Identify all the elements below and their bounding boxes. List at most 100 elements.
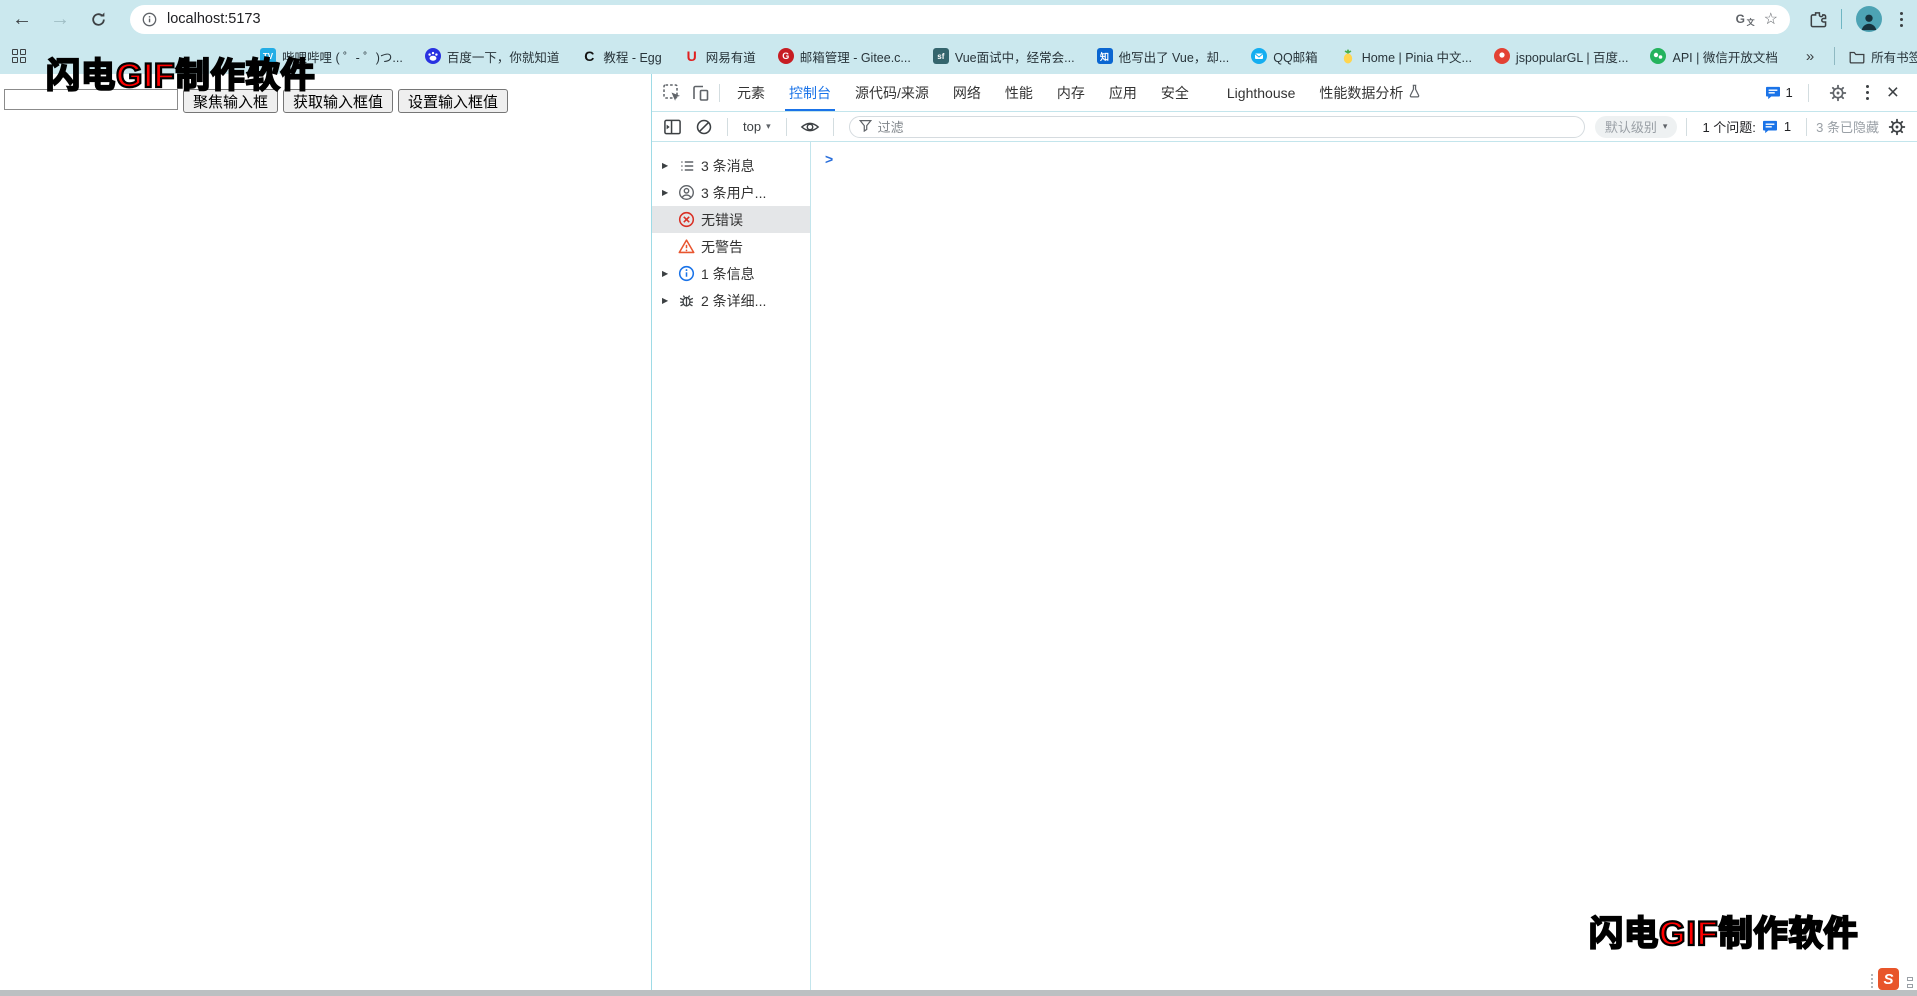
inspect-element-icon[interactable] (658, 80, 686, 106)
bookmark-label: 教程 - Egg (603, 47, 661, 66)
tab-sources[interactable]: 源代码/来源 (843, 74, 941, 111)
log-levels-select[interactable]: 默认级别▾ (1595, 116, 1678, 138)
bookmark-label: 网易有道 (706, 47, 756, 66)
expander-icon[interactable]: ▶ (662, 269, 672, 278)
devtools-close-icon[interactable]: × (1883, 82, 1903, 103)
issues-bubble-icon (1762, 120, 1778, 134)
bilibili-icon: TV (260, 48, 276, 64)
tab-application[interactable]: 应用 (1097, 74, 1149, 111)
issues-counter[interactable]: 1 (1765, 85, 1793, 100)
browser-menu-icon[interactable] (1896, 8, 1907, 31)
chevron-down-icon: ▾ (1663, 121, 1668, 132)
messages-list-icon (678, 157, 695, 174)
console-prompt-chevron[interactable]: > (825, 151, 833, 167)
recorder-s-badge[interactable]: S (1878, 968, 1899, 990)
text-input[interactable] (4, 89, 178, 110)
bookmark-gitee[interactable]: G 邮箱管理 - Gitee.c... (778, 47, 911, 66)
tab-performance-insights[interactable]: 性能数据分析 (1307, 74, 1433, 111)
filter-placeholder: 过滤 (878, 117, 904, 136)
issues-count: 1 (1784, 119, 1791, 134)
toolbar-separator (786, 118, 787, 136)
translate-icon[interactable]: G文 (1736, 12, 1754, 26)
sidebar-item-errors[interactable]: 无错误 (652, 206, 810, 233)
console-sidebar-toggle-icon[interactable] (658, 114, 686, 140)
bookmark-segmentfault[interactable]: sf Vue面试中，经常会... (933, 47, 1075, 66)
sidebar-item-messages[interactable]: ▶ 3 条消息 (652, 152, 810, 179)
console-messages-area[interactable]: > (811, 142, 1917, 990)
toolbar-separator (833, 118, 834, 136)
tab-console[interactable]: 控制台 (777, 74, 843, 111)
bookmark-zhihu[interactable]: 知 他写出了 Vue，却... (1097, 47, 1230, 66)
url-text[interactable]: localhost:5173 (167, 11, 1726, 27)
verbose-bug-icon (678, 292, 695, 309)
sidebar-item-verbose[interactable]: ▶ 2 条详细... (652, 287, 810, 314)
bookmark-label: 百度一下，你就知道 (447, 47, 560, 66)
hidden-messages-note: 3 条已隐藏 (1816, 117, 1879, 136)
get-value-button[interactable]: 获取输入框值 (283, 89, 393, 113)
bookmark-jspopular[interactable]: jspopularGL | 百度... (1494, 47, 1629, 66)
all-bookmarks-button[interactable]: 所有书签 (1849, 47, 1917, 66)
sidebar-item-label: 1 条信息 (701, 264, 755, 284)
set-value-button[interactable]: 设置输入框值 (398, 89, 508, 113)
toolbar-separator (1841, 9, 1842, 29)
sidebar-item-info[interactable]: ▶ 1 条信息 (652, 260, 810, 287)
settings-gear-icon[interactable] (1824, 80, 1852, 106)
bookmark-label: QQ邮箱 (1273, 47, 1317, 66)
bookmark-pinia[interactable]: Home | Pinia 中文... (1340, 47, 1472, 66)
bookmark-bilibili[interactable]: TV 哔哩哔哩 ( ゜- ゜)つ... (260, 47, 403, 66)
bookmark-youdao[interactable]: U 网易有道 (684, 47, 756, 66)
tab-elements[interactable]: 元素 (725, 74, 777, 111)
bookmark-wechat-docs[interactable]: API | 微信开放文档 (1650, 47, 1777, 66)
bookmarks-bar: TV 哔哩哔哩 ( ゜- ゜)つ... 百度一下，你就知道 C 教程 - Egg… (0, 38, 1917, 74)
bookmark-egg[interactable]: C 教程 - Egg (581, 47, 661, 66)
console-settings-gear-icon[interactable] (1883, 114, 1911, 140)
focus-input-button[interactable]: 聚焦输入框 (183, 89, 278, 113)
tab-security[interactable]: 安全 (1149, 74, 1201, 111)
extensions-icon[interactable] (1808, 10, 1827, 29)
profile-avatar[interactable] (1856, 6, 1882, 32)
sidebar-item-label: 无错误 (701, 210, 743, 230)
all-bookmarks-label: 所有书签 (1871, 47, 1917, 66)
clear-console-icon[interactable] (690, 114, 718, 140)
console-sidebar: ▶ 3 条消息 ▶ 3 条用户... (652, 142, 811, 990)
bookmark-qqmail[interactable]: QQ邮箱 (1251, 47, 1317, 66)
tab-performance[interactable]: 性能 (993, 74, 1045, 111)
browser-toolbar: ← → localhost:5173 G文 ☆ (0, 0, 1917, 38)
sidebar-item-user-messages[interactable]: ▶ 3 条用户... (652, 179, 810, 206)
bookmark-baidu[interactable]: 百度一下，你就知道 (425, 47, 560, 66)
bookmark-label: API | 微信开放文档 (1672, 47, 1777, 66)
expander-icon[interactable]: ▶ (662, 161, 672, 170)
window-bottom-edge (0, 990, 1917, 996)
issues-count: 1 (1786, 85, 1793, 100)
site-info-icon[interactable] (142, 12, 157, 27)
refresh-icon[interactable] (86, 7, 110, 31)
user-messages-icon (678, 184, 695, 201)
bookmark-label: jspopularGL | 百度... (1516, 47, 1629, 66)
gitee-icon: G (778, 48, 794, 64)
devtools-menu-icon[interactable] (1862, 81, 1873, 104)
bookmarks-overflow-icon[interactable]: » (1800, 48, 1820, 65)
sidebar-item-warnings[interactable]: 无警告 (652, 233, 810, 260)
forward-icon[interactable]: → (48, 7, 72, 31)
tab-lighthouse[interactable]: Lighthouse (1215, 74, 1308, 111)
bookmark-label: 哔哩哔哩 ( ゜- ゜)つ... (282, 47, 403, 66)
expander-icon[interactable]: ▶ (662, 296, 672, 305)
live-expression-eye-icon[interactable] (796, 114, 824, 140)
tabbar-separator (1808, 84, 1809, 102)
apps-grid-icon[interactable] (12, 49, 26, 63)
tab-network[interactable]: 网络 (941, 74, 993, 111)
sidebar-item-label: 3 条用户... (701, 183, 766, 203)
device-toolbar-icon[interactable] (686, 80, 714, 106)
bookmarks-separator (1834, 47, 1835, 65)
issues-summary[interactable]: 1 个问题: 1 (1696, 117, 1797, 136)
address-bar[interactable]: localhost:5173 G文 ☆ (130, 5, 1790, 34)
execution-context-select[interactable]: top▾ (737, 119, 777, 134)
no-warnings-icon (678, 238, 695, 255)
tab-memory[interactable]: 内存 (1045, 74, 1097, 111)
back-icon[interactable]: ← (10, 7, 34, 31)
console-filter-input[interactable]: 过滤 (849, 116, 1585, 138)
wechat-docs-icon (1650, 48, 1666, 64)
expander-icon[interactable]: ▶ (662, 188, 672, 197)
issues-bubble-icon (1765, 86, 1781, 100)
bookmark-star-icon[interactable]: ☆ (1764, 9, 1778, 29)
